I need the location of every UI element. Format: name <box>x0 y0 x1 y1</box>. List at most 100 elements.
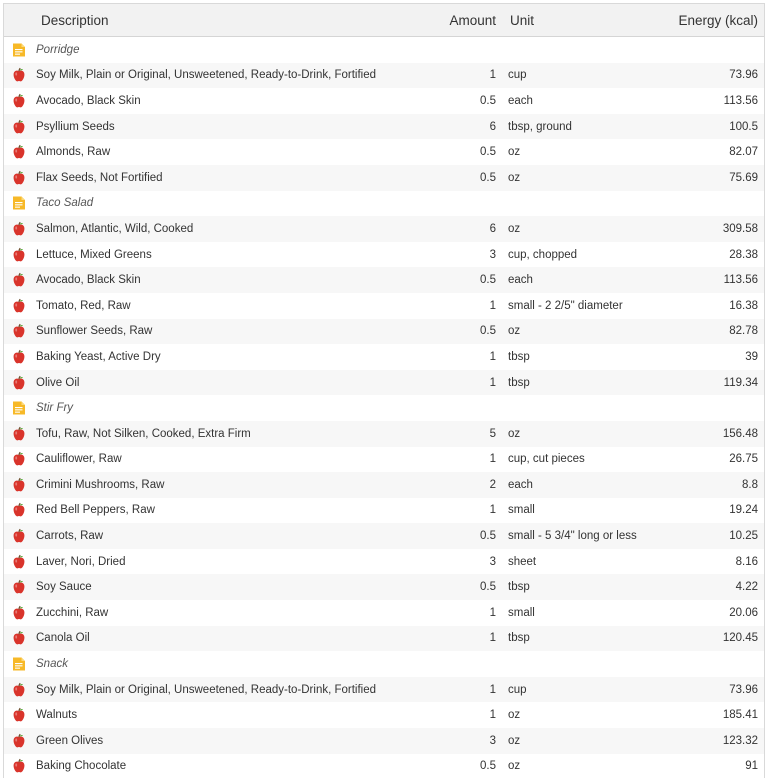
description-cell: Baking Chocolate <box>4 758 432 774</box>
food-row[interactable]: Laver, Nori, Dried 3 sheet 8.16 <box>4 548 764 575</box>
food-name: Avocado, Black Skin <box>36 94 141 107</box>
column-header-energy[interactable]: Energy (kcal) <box>672 13 764 28</box>
unit-cell: oz <box>508 325 521 338</box>
apple-icon <box>11 451 27 467</box>
food-row[interactable]: Baking Yeast, Active Dry 1 tbsp 39 <box>4 344 764 370</box>
column-header-description[interactable]: Description <box>4 13 432 28</box>
description-cell: Salmon, Atlantic, Wild, Cooked <box>4 221 432 237</box>
food-row[interactable]: Soy Sauce 0.5 tbsp 4.22 <box>4 574 764 601</box>
food-name: Carrots, Raw <box>36 530 104 543</box>
food-row[interactable]: Canola Oil 1 tbsp 120.45 <box>4 625 764 652</box>
apple-icon <box>11 298 27 314</box>
food-row[interactable]: Salmon, Atlantic, Wild, Cooked 6 oz 309.58 <box>4 216 764 242</box>
food-row[interactable]: Tomato, Red, Raw 1 small - 2 2/5" diameter… <box>4 292 764 319</box>
food-row[interactable]: Carrots, Raw 0.5 small - 5 3/4" long or le… <box>4 523 764 549</box>
description-cell: Lettuce, Mixed Greens <box>4 247 432 263</box>
food-row[interactable]: Walnuts 1 oz 185.41 <box>4 702 764 729</box>
energy-cell: 91 <box>745 760 758 773</box>
amount-cell: 2 <box>489 478 496 491</box>
energy-cell: 82.78 <box>729 325 758 338</box>
description-cell: Carrots, Raw <box>4 528 432 544</box>
food-row[interactable]: Psyllium Seeds 6 tbsp, ground 100.5 <box>4 113 764 140</box>
amount-cell: 6 <box>489 120 496 133</box>
unit-cell: cup <box>508 683 527 696</box>
food-row[interactable]: Sunflower Seeds, Raw 0.5 oz 82.78 <box>4 318 764 345</box>
energy-cell: 113.56 <box>723 274 758 287</box>
energy-cell: 8.16 <box>735 555 758 568</box>
note-icon <box>11 42 27 58</box>
energy-cell: 119.34 <box>723 376 758 389</box>
apple-icon <box>11 502 27 518</box>
food-row[interactable]: Soy Milk, Plain or Original, Unsweetened… <box>4 676 764 703</box>
description-cell: Almonds, Raw <box>4 144 432 160</box>
food-name: Tomato, Red, Raw <box>36 299 131 312</box>
food-name: Flax Seeds, Not Fortified <box>36 171 163 184</box>
food-name: Sunflower Seeds, Raw <box>36 325 153 338</box>
energy-cell: 73.96 <box>729 69 758 82</box>
group-row[interactable]: Stir Fry <box>4 395 764 421</box>
food-row[interactable]: Avocado, Black Skin 0.5 each 113.56 <box>4 88 764 114</box>
food-row[interactable]: Lettuce, Mixed Greens 3 cup, chopped 28.38 <box>4 241 764 268</box>
food-name: Walnuts <box>36 709 78 722</box>
group-row[interactable]: Snack <box>4 651 764 677</box>
table-body: Porridge Soy Milk, Plain or Original, Uns… <box>4 37 764 780</box>
food-name: Soy Sauce <box>36 581 92 594</box>
apple-icon <box>11 579 27 595</box>
unit-cell: sheet <box>508 555 537 568</box>
food-name: Green Olives <box>36 734 104 747</box>
energy-cell: 20.06 <box>729 606 758 619</box>
description-cell: Tomato, Red, Raw <box>4 298 432 314</box>
unit-cell: cup, cut pieces <box>508 453 585 466</box>
energy-cell: 309.58 <box>722 222 758 235</box>
unit-cell: oz <box>508 222 521 235</box>
amount-cell: 1 <box>489 350 496 363</box>
note-icon <box>11 195 27 211</box>
food-row[interactable]: Avocado, Black Skin 0.5 each 113.56 <box>4 267 764 293</box>
amount-cell: 1 <box>489 376 496 389</box>
energy-cell: 19.24 <box>729 504 758 517</box>
energy-cell: 82.07 <box>729 146 758 159</box>
column-header-unit[interactable]: Unit <box>502 13 672 28</box>
description-cell: Green Olives <box>4 733 432 749</box>
food-name: Lettuce, Mixed Greens <box>36 248 152 261</box>
food-row[interactable]: Tofu, Raw, Not Silken, Cooked, Extra Fir… <box>4 420 764 447</box>
energy-cell: 73.96 <box>729 683 758 696</box>
apple-icon <box>11 707 27 723</box>
description-cell: Sunflower Seeds, Raw <box>4 323 432 339</box>
apple-icon <box>11 119 27 135</box>
apple-icon <box>11 375 27 391</box>
energy-cell: 39 <box>745 350 758 363</box>
amount-cell: 5 <box>489 427 496 440</box>
amount-cell: 1 <box>489 69 496 82</box>
food-row[interactable]: Soy Milk, Plain or Original, Unsweetened… <box>4 62 764 89</box>
description-cell: Baking Yeast, Active Dry <box>4 349 432 365</box>
group-row[interactable]: Porridge <box>4 37 764 63</box>
description-cell: Olive Oil <box>4 375 432 391</box>
food-row[interactable]: Green Olives 3 oz 123.32 <box>4 728 764 754</box>
column-header-amount[interactable]: Amount <box>432 13 502 28</box>
food-row[interactable]: Red Bell Peppers, Raw 1 small 19.24 <box>4 497 764 524</box>
group-row[interactable]: Taco Salad <box>4 190 764 217</box>
food-name: Baking Yeast, Active Dry <box>36 350 161 363</box>
unit-cell: oz <box>508 760 521 773</box>
food-name: Baking Chocolate <box>36 760 127 773</box>
food-row[interactable]: Zucchini, Raw 1 small 20.06 <box>4 600 764 626</box>
amount-cell: 0.5 <box>480 530 496 543</box>
unit-cell: tbsp <box>508 632 530 645</box>
food-row[interactable]: Almonds, Raw 0.5 oz 82.07 <box>4 139 764 165</box>
energy-cell: 26.75 <box>729 453 758 466</box>
group-name: Porridge <box>36 43 80 56</box>
food-row[interactable]: Flax Seeds, Not Fortified 0.5 oz 75.69 <box>4 164 764 191</box>
food-row[interactable]: Crimini Mushrooms, Raw 2 each 8.8 <box>4 472 764 498</box>
food-name: Red Bell Peppers, Raw <box>36 504 155 517</box>
amount-cell: 0.5 <box>480 581 496 594</box>
food-row[interactable]: Olive Oil 1 tbsp 119.34 <box>4 369 764 396</box>
unit-cell: small - 5 3/4" long or less <box>508 530 637 543</box>
amount-cell: 1 <box>489 606 496 619</box>
description-cell: Canola Oil <box>4 630 432 646</box>
food-row[interactable]: Baking Chocolate 0.5 oz 91 <box>4 753 764 780</box>
apple-icon <box>11 426 27 442</box>
food-row[interactable]: Cauliflower, Raw 1 cup, cut pieces 26.75 <box>4 446 764 473</box>
food-name: Cauliflower, Raw <box>36 453 122 466</box>
unit-cell: oz <box>508 146 521 159</box>
